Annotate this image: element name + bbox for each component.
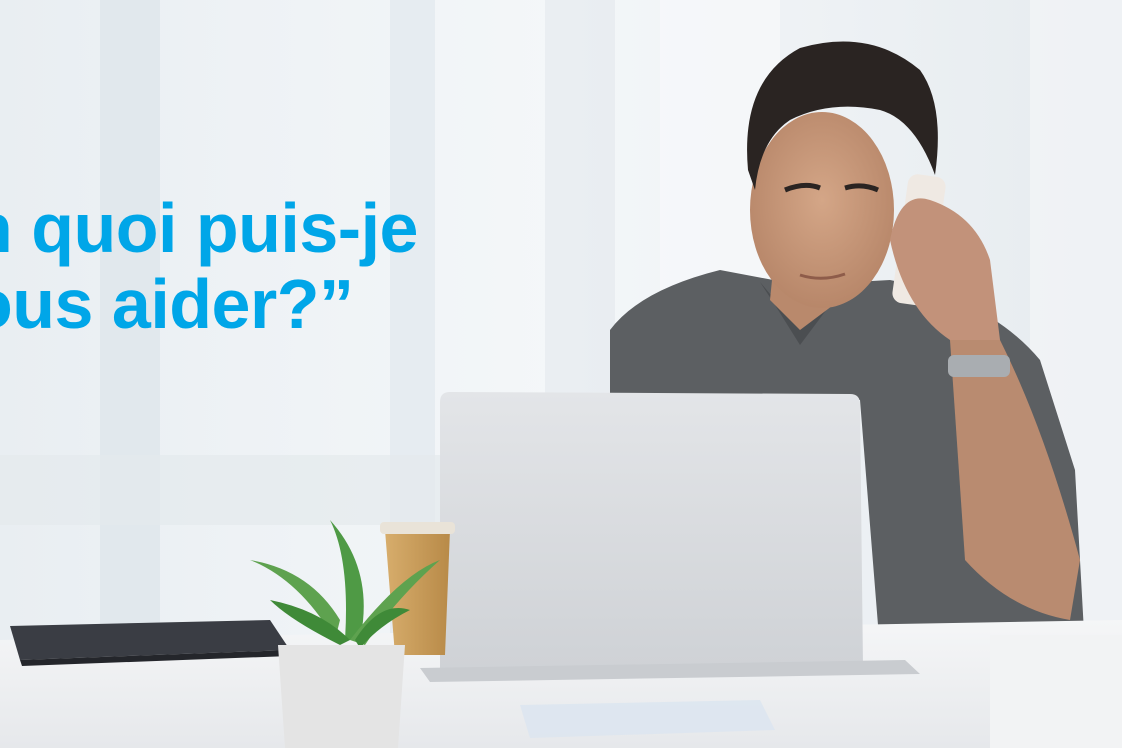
- back-shelf: [0, 455, 440, 525]
- laptop-screen: [440, 392, 863, 668]
- mug: [990, 635, 1122, 748]
- watch: [948, 355, 1010, 377]
- headline-line-2: ous aider?”: [0, 265, 354, 343]
- plant-pot: [278, 645, 405, 748]
- photo-banner: n quoi puis-je ous aider?”: [0, 0, 1122, 748]
- office-photo: [0, 0, 1122, 748]
- headline: n quoi puis-je ous aider?”: [0, 190, 418, 342]
- headline-line-1: n quoi puis-je: [0, 189, 418, 267]
- cup-lid: [380, 522, 455, 534]
